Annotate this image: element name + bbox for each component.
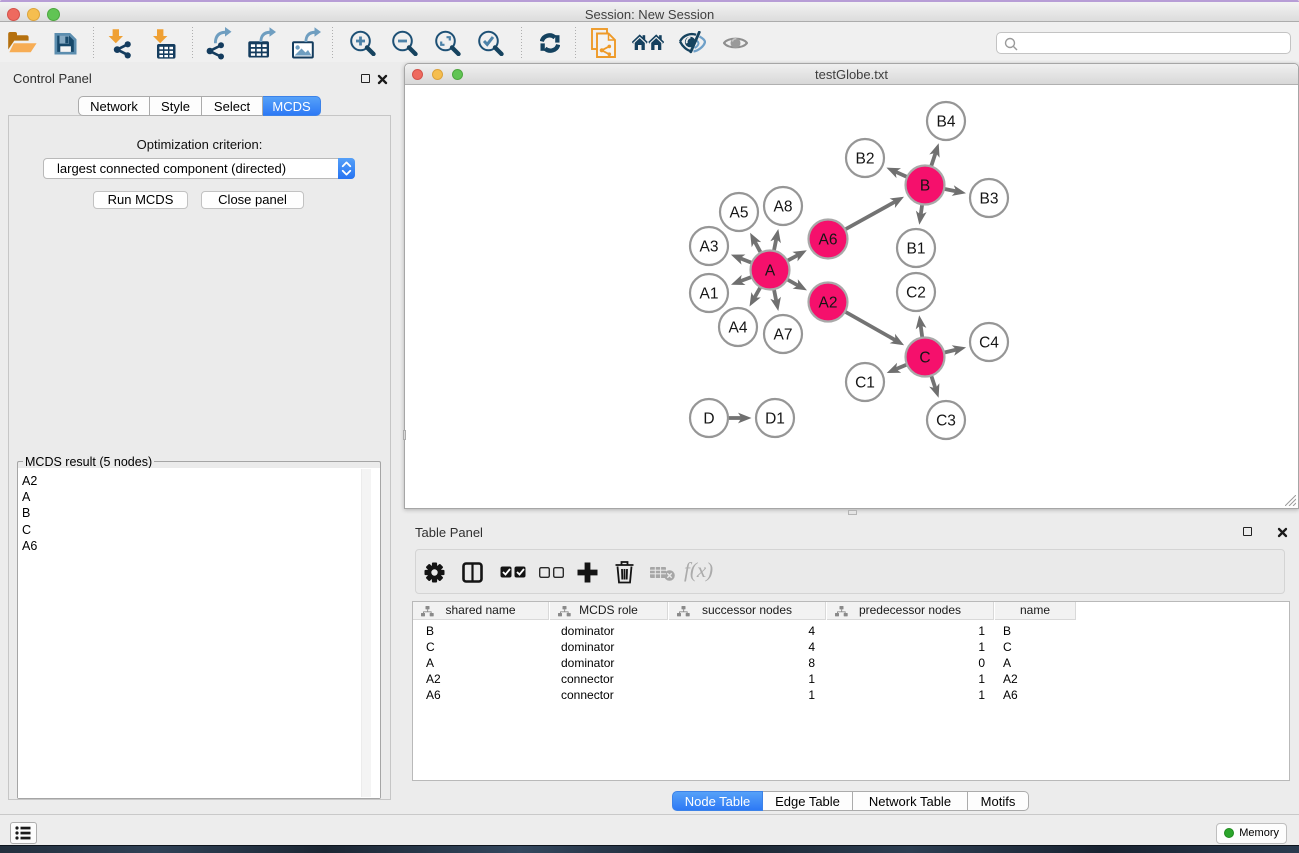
svg-text:A2: A2 — [819, 295, 838, 312]
svg-text:A6: A6 — [819, 232, 838, 249]
svg-text:B: B — [920, 178, 930, 195]
svg-text:C3: C3 — [936, 413, 956, 430]
svg-text:A4: A4 — [729, 320, 748, 337]
svg-text:D1: D1 — [765, 411, 785, 428]
svg-text:A3: A3 — [700, 239, 719, 256]
svg-text:C1: C1 — [855, 375, 875, 392]
svg-text:C4: C4 — [979, 335, 999, 352]
svg-text:C: C — [919, 350, 930, 367]
svg-text:A5: A5 — [730, 205, 749, 222]
svg-text:A8: A8 — [774, 199, 793, 216]
svg-text:B2: B2 — [856, 151, 875, 168]
svg-text:B3: B3 — [980, 191, 999, 208]
svg-text:C2: C2 — [906, 285, 926, 302]
svg-text:B1: B1 — [907, 241, 926, 258]
svg-text:A: A — [765, 263, 776, 280]
svg-text:B4: B4 — [937, 114, 956, 131]
svg-text:A1: A1 — [700, 286, 719, 303]
svg-text:A7: A7 — [774, 327, 793, 344]
svg-text:D: D — [703, 411, 714, 428]
